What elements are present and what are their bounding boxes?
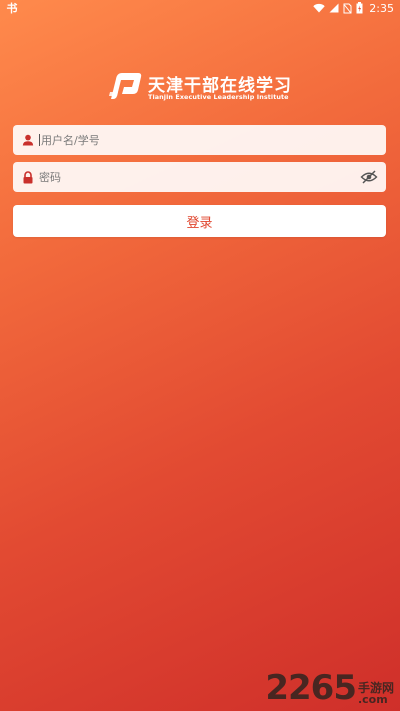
eye-off-icon[interactable] [360, 169, 378, 185]
watermark-en: .com [357, 693, 388, 706]
logo-mark-icon [109, 73, 142, 99]
status-time: 2:35 [369, 1, 394, 15]
app-logo: 天津干部在线学习 Tianjin Executive Leadership In… [108, 70, 308, 106]
battery-icon [356, 2, 363, 14]
status-right: 2:35 [313, 2, 394, 15]
wifi-icon [313, 3, 325, 13]
site-watermark: 2265 手游网 .com [265, 665, 394, 705]
app-notification-icon: 书 [6, 2, 18, 15]
login-button[interactable]: 登录 [13, 205, 386, 237]
username-field[interactable] [13, 125, 386, 155]
password-field[interactable] [13, 162, 386, 192]
logo-subtitle: Tianjin Executive Leadership Institute [148, 93, 289, 101]
user-icon [21, 133, 35, 147]
lock-icon [21, 170, 35, 184]
watermark-right: 手游网 .com [358, 682, 394, 705]
watermark-digits: 2265 [265, 668, 357, 708]
status-bar: 书 2:35 [0, 0, 400, 16]
username-input[interactable] [41, 129, 378, 151]
password-input[interactable] [39, 166, 360, 188]
status-left: 书 [6, 2, 18, 15]
text-caret [39, 134, 40, 146]
signal-icon [329, 3, 339, 13]
no-sim-icon [343, 3, 352, 14]
